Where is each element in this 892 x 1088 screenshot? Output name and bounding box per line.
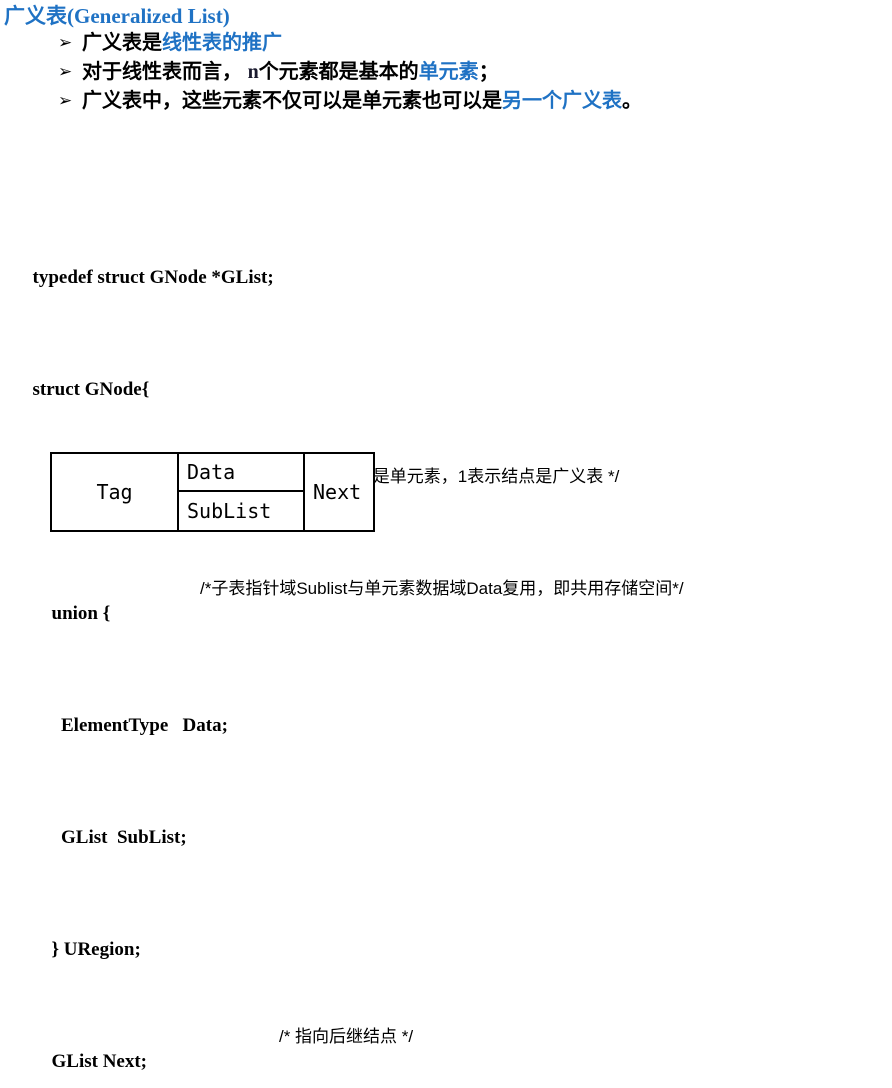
gnode-structure-diagram: Tag Data SubList Next	[50, 452, 375, 532]
diagram-cell-next: Next	[313, 480, 362, 504]
code-text: GList SubList;	[32, 827, 187, 848]
code-line: GList SubList;	[4, 796, 274, 848]
diagram-cell-tag: Tag	[52, 454, 179, 530]
text-segment: ；	[478, 61, 499, 83]
arrow-bullet-icon: ➢	[58, 62, 73, 82]
arrow-bullet-icon: ➢	[58, 33, 73, 53]
code-line: } URegion;	[4, 908, 274, 960]
page-title-cn: 广义表	[4, 5, 67, 28]
arrow-bullet-icon: ➢	[58, 91, 73, 111]
list-item-text: 广义表是线性表的推广	[82, 29, 282, 58]
text-segment: 广义表是	[82, 32, 162, 54]
code-text: struct GNode{	[32, 379, 150, 400]
code-comment: /*子表指针域Sublist与单元素数据域Data复用，即共用存储空间*/	[200, 579, 684, 598]
code-text: typedef struct GNode *GList;	[32, 267, 274, 288]
page-title: 广义表(Generalized List)	[4, 0, 230, 30]
code-text: } URegion;	[32, 939, 141, 960]
code-line: ElementType Data;	[4, 684, 274, 736]
list-item: ➢ 广义表中，这些元素不仅可以是单元素也可以是另一个广义表。	[58, 87, 892, 116]
code-text: union {	[32, 603, 111, 624]
page-title-en: (Generalized List)	[67, 4, 230, 28]
bullet-list: ➢ 广义表是线性表的推广 ➢ 对于线性表而言， n个元素都是基本的单元素； ➢ …	[58, 29, 892, 116]
code-line: GList Next; /* 指向后继结点 */	[4, 1020, 414, 1072]
text-segment-highlight: 另一个广义表	[502, 90, 622, 112]
list-item-text: 广义表中，这些元素不仅可以是单元素也可以是另一个广义表。	[82, 87, 642, 116]
text-segment-highlight: 线性表的推广	[162, 32, 282, 54]
list-item: ➢ 对于线性表而言， n个元素都是基本的单元素；	[58, 58, 892, 87]
code-line: union { /*子表指针域Sublist与单元素数据域Data复用，即共用存…	[4, 572, 684, 624]
text-segment: 个元素都是基本的	[258, 61, 419, 83]
text-segment: 。	[622, 90, 642, 112]
text-segment-variable: n	[247, 61, 259, 83]
list-item-text: 对于线性表而言， n个元素都是基本的单元素；	[82, 58, 499, 87]
code-text: ElementType Data;	[32, 715, 228, 736]
code-comment: /* 指向后继结点 */	[279, 1027, 414, 1046]
diagram-cell-union: Data SubList	[179, 454, 305, 530]
code-line: struct GNode{	[4, 348, 274, 400]
diagram-cell-sublist: SubList	[187, 499, 272, 523]
text-segment: 对于线性表而言，	[82, 61, 248, 83]
slide-canvas: 广义表(Generalized List) ➢ 广义表是线性表的推广 ➢ 对于线…	[0, 0, 892, 1072]
code-block: typedef struct GNode *GList; struct GNod…	[4, 152, 684, 1088]
list-item: ➢ 广义表是线性表的推广	[58, 29, 892, 58]
diagram-cell-data: Data	[179, 454, 303, 492]
code-text: GList Next;	[32, 1051, 148, 1072]
text-segment-highlight: 单元素	[418, 61, 479, 83]
code-line: typedef struct GNode *GList;	[4, 236, 274, 288]
text-segment: 广义表中，这些元素不仅可以是单元素也可以是	[82, 90, 502, 112]
